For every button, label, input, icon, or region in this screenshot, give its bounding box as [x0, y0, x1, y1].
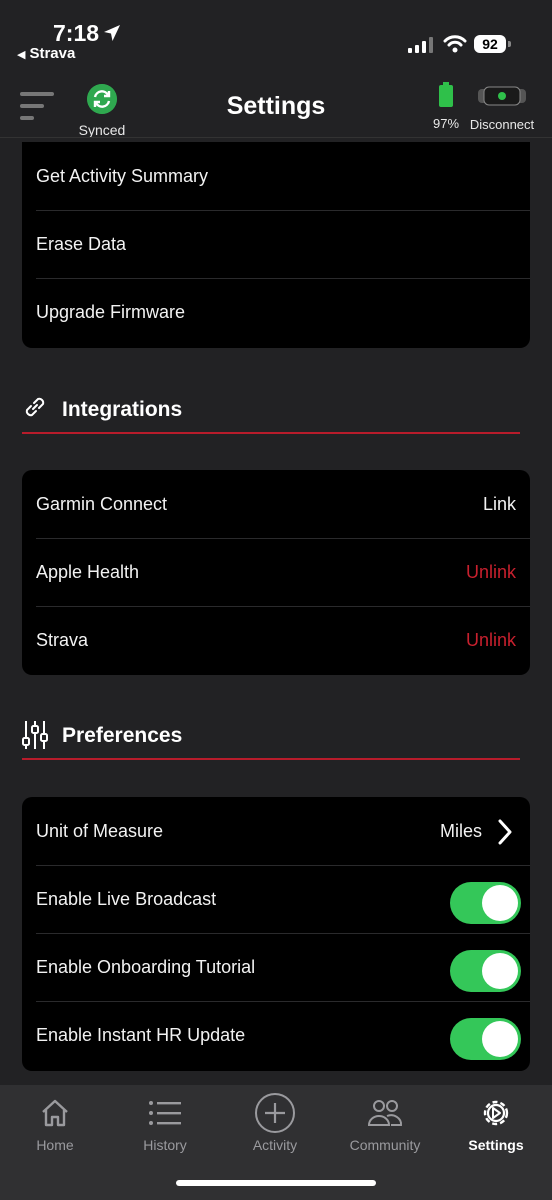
- disconnect-label: Disconnect: [469, 117, 535, 132]
- live-broadcast-row: Enable Live Broadcast: [22, 865, 530, 933]
- row-label: Get Activity Summary: [36, 166, 209, 186]
- wifi-icon: [443, 35, 467, 53]
- upgrade-firmware-row[interactable]: Upgrade Firmware: [22, 278, 530, 346]
- plus-circle-icon: [255, 1093, 295, 1133]
- tab-home[interactable]: Home: [0, 1095, 110, 1153]
- tab-label: Settings: [468, 1137, 524, 1153]
- home-indicator[interactable]: [176, 1180, 376, 1186]
- row-label: Strava: [36, 630, 89, 650]
- row-label: Erase Data: [36, 234, 127, 254]
- tab-label: Community: [349, 1137, 421, 1153]
- row-label: Enable Live Broadcast: [36, 889, 217, 909]
- tab-community[interactable]: Community: [330, 1095, 440, 1153]
- tab-label: Home: [36, 1137, 74, 1153]
- preferences-card: Unit of Measure Miles Enable Live Broadc…: [22, 797, 530, 1071]
- home-icon: [42, 1099, 68, 1127]
- integrations-title: Integrations: [62, 398, 183, 421]
- device-battery-percent: 97%: [432, 116, 460, 131]
- people-icon: [367, 1100, 403, 1126]
- disconnect-button[interactable]: Disconnect: [460, 86, 544, 132]
- live-broadcast-toggle[interactable]: [450, 882, 521, 924]
- row-label: Upgrade Firmware: [36, 302, 186, 322]
- unit-value: Miles: [439, 821, 482, 841]
- row-label: Unit of Measure: [36, 821, 164, 841]
- toggle-knob: [482, 953, 518, 989]
- tab-label: History: [143, 1137, 187, 1153]
- toggle-knob: [482, 1021, 518, 1057]
- apple-health-row: Apple Health Unlink: [22, 538, 530, 606]
- tab-history[interactable]: History: [110, 1095, 220, 1153]
- list-icon: [149, 1101, 181, 1125]
- tab-activity[interactable]: Activity: [220, 1093, 330, 1153]
- row-label: Enable Onboarding Tutorial: [36, 957, 256, 977]
- status-bar: 7:18 ◀ Strava 92: [0, 0, 552, 70]
- instant-hr-update-row: Enable Instant HR Update: [22, 1001, 530, 1069]
- sliders-icon: [22, 721, 48, 749]
- cellular-signal-icon: [408, 37, 433, 53]
- garmin-link-button[interactable]: Link: [483, 494, 516, 515]
- back-to-app-link[interactable]: ◀ Strava: [17, 45, 75, 62]
- section-divider: [22, 432, 520, 434]
- device-options-card: Get Activity Summary Erase Data Upgrade …: [22, 142, 530, 348]
- get-activity-summary-row[interactable]: Get Activity Summary: [22, 142, 530, 210]
- chevron-right-icon: [498, 819, 512, 845]
- app-header: Synced Settings 97% Disconnect: [0, 78, 552, 138]
- tab-settings[interactable]: Settings: [441, 1095, 551, 1153]
- toggle-knob: [482, 885, 518, 921]
- preferences-section-header: Preferences: [22, 718, 520, 760]
- row-label: Apple Health: [36, 562, 140, 582]
- device-battery-icon: [439, 82, 453, 107]
- strava-row: Strava Unlink: [22, 606, 530, 674]
- unit-of-measure-row[interactable]: Unit of Measure Miles: [22, 797, 530, 865]
- device-battery: 97%: [428, 82, 464, 131]
- back-app-label: Strava: [29, 45, 76, 62]
- integrations-section-header: Integrations: [22, 392, 520, 434]
- battery-nub: [508, 41, 511, 47]
- sync-label: Synced: [78, 122, 126, 138]
- onboarding-tutorial-row: Enable Onboarding Tutorial: [22, 933, 530, 1001]
- row-label: Garmin Connect: [36, 494, 168, 514]
- device-strap-icon: [478, 86, 526, 106]
- integrations-card: Garmin Connect Link Apple Health Unlink …: [22, 470, 530, 675]
- location-arrow-icon: [104, 25, 120, 41]
- header-divider: [0, 137, 552, 138]
- back-triangle-icon: ◀: [17, 49, 26, 61]
- link-icon: [25, 397, 45, 417]
- apple-health-unlink-button[interactable]: Unlink: [466, 562, 516, 583]
- strava-unlink-button[interactable]: Unlink: [466, 630, 516, 651]
- tab-label: Activity: [252, 1137, 298, 1153]
- battery-indicator: 92: [474, 35, 506, 53]
- gear-icon: [483, 1100, 509, 1126]
- section-divider: [22, 758, 520, 760]
- row-label: Enable Instant HR Update: [36, 1025, 246, 1045]
- onboarding-tutorial-toggle[interactable]: [450, 950, 521, 992]
- preferences-title: Preferences: [62, 724, 183, 747]
- instant-hr-update-toggle[interactable]: [450, 1018, 521, 1060]
- garmin-connect-row: Garmin Connect Link: [22, 470, 530, 538]
- status-time: 7:18: [53, 20, 100, 46]
- erase-data-row[interactable]: Erase Data: [22, 210, 530, 278]
